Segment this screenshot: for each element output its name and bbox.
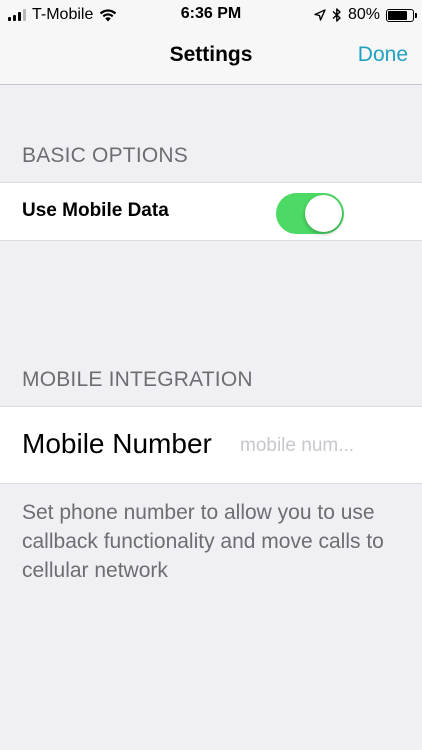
mobile-data-toggle[interactable] [276,193,344,234]
bluetooth-icon [332,8,341,22]
status-bar-right: 80% [314,5,417,25]
mobile-number-cell: Mobile Number [0,406,422,484]
mobile-data-label: Use Mobile Data [22,200,169,221]
status-bar: T-Mobile 6:36 PM 80% [0,0,422,30]
mobile-number-footer: Set phone number to allow you to use cal… [22,501,384,582]
mobile-data-cell: Use Mobile Data [0,182,422,241]
location-arrow-icon [314,9,326,21]
section-header-mobile-integration: MOBILE INTEGRATION [22,368,253,391]
section-header-basic-options: BASIC OPTIONS [22,144,188,167]
battery-fill [388,10,408,20]
toggle-knob [305,195,342,232]
battery-icon [386,8,417,22]
done-button[interactable]: Done [358,43,408,67]
navigation-bar: Settings Done [0,30,422,85]
mobile-number-label: Mobile Number [22,428,212,459]
battery-percent: 80% [347,6,380,23]
mobile-number-input[interactable] [240,431,412,461]
